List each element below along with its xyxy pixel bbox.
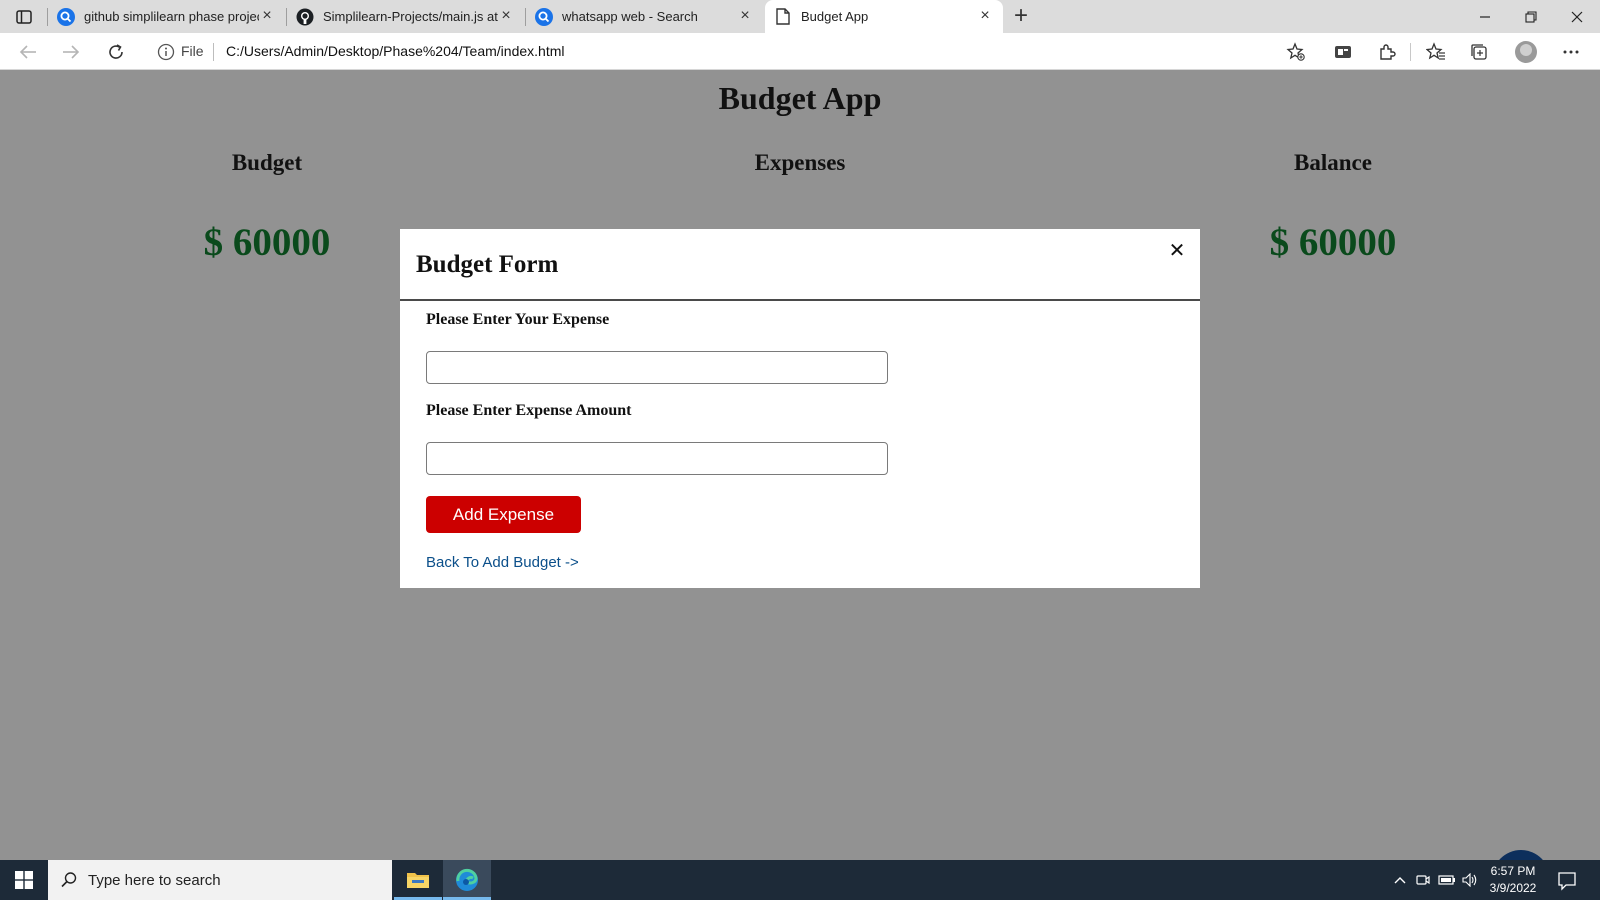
search-icon	[60, 871, 78, 889]
page-content: Budget App Budget Expenses Balance $ 600…	[0, 70, 1600, 900]
expense-name-label: Please Enter Your Expense	[426, 311, 610, 328]
windows-start-icon[interactable]	[0, 860, 48, 900]
tab-label: Budget App	[801, 9, 869, 24]
tab-whatsapp-search[interactable]: whatsapp web - Search ×	[526, 0, 763, 33]
taskbar-search-placeholder: Type here to search	[88, 871, 221, 889]
tab-actions-icon[interactable]	[12, 7, 36, 27]
close-icon[interactable]: ✕	[1166, 239, 1188, 261]
forward-arrow-icon[interactable]	[56, 37, 86, 67]
expenses-heading: Expenses	[754, 150, 846, 175]
tab-close-icon[interactable]: ×	[977, 8, 993, 24]
extensions-icon[interactable]	[1372, 37, 1402, 67]
clock-time: 6:57 PM	[1490, 864, 1536, 878]
notification-icon[interactable]	[1555, 868, 1579, 892]
close-window-icon[interactable]	[1554, 0, 1600, 33]
favorites-icon[interactable]	[1421, 37, 1451, 67]
back-to-add-budget-link[interactable]: Back To Add Budget ->	[426, 554, 579, 571]
new-tab-icon[interactable]: +	[1008, 4, 1034, 30]
modal-divider	[400, 299, 1200, 301]
taskbar-clock[interactable]: 6:57 PM 3/9/2022	[1478, 863, 1548, 897]
edge-browser-icon[interactable]	[443, 860, 491, 900]
browser-toolbar: File C:/Users/Admin/Desktop/Phase%204/Te…	[0, 33, 1600, 70]
modal-title: Budget Form	[416, 251, 559, 278]
tab-close-icon[interactable]: ×	[498, 8, 514, 24]
tab-close-icon[interactable]: ×	[737, 8, 753, 24]
tab-github-simplilearn[interactable]: github simplilearn phase project ×	[48, 0, 285, 33]
budget-heading: Budget	[231, 150, 303, 175]
balance-heading: Balance	[1294, 150, 1372, 175]
github-icon	[296, 8, 314, 26]
toolbar-divider	[1410, 43, 1411, 61]
file-explorer-icon[interactable]	[394, 860, 442, 900]
address-url[interactable]: C:/Users/Admin/Desktop/Phase%204/Team/in…	[226, 43, 564, 59]
windows-taskbar: Type here to search 6:57 PM 3/9/2022	[0, 860, 1600, 900]
collections-icon[interactable]	[1464, 37, 1494, 67]
expense-name-input[interactable]	[426, 351, 888, 384]
taskbar-search-box[interactable]: Type here to search	[48, 860, 392, 900]
more-options-icon[interactable]	[1556, 37, 1586, 67]
add-favorite-icon[interactable]	[1281, 37, 1311, 67]
tray-chevron-icon[interactable]	[1390, 860, 1410, 900]
tab-label: whatsapp web - Search	[562, 9, 698, 24]
add-expense-button[interactable]: Add Expense	[426, 496, 581, 533]
restore-icon[interactable]	[1508, 0, 1554, 33]
budget-form-modal: Budget Form ✕ Please Enter Your Expense …	[400, 229, 1200, 588]
tab-budget-app[interactable]: Budget App ×	[765, 0, 1003, 33]
app-title: Budget App	[718, 80, 882, 116]
clock-date: 3/9/2022	[1489, 881, 1537, 895]
refresh-icon[interactable]	[101, 37, 131, 67]
balance-amount: $ 60000	[1269, 221, 1397, 264]
tab-label: Simplilearn-Projects/main.js at m	[323, 9, 498, 24]
meet-now-icon[interactable]	[1413, 860, 1433, 900]
page-icon	[774, 8, 792, 26]
expense-amount-input[interactable]	[426, 442, 888, 475]
volume-icon[interactable]	[1460, 860, 1480, 900]
search-icon	[535, 7, 553, 26]
profile-avatar[interactable]	[1515, 41, 1537, 63]
address-scheme-label[interactable]: File	[181, 43, 204, 59]
minimize-icon[interactable]	[1462, 0, 1508, 33]
back-arrow-icon[interactable]	[13, 37, 43, 67]
tab-label: github simplilearn phase project	[84, 9, 259, 24]
search-icon	[57, 7, 75, 26]
reading-view-icon[interactable]	[1328, 37, 1358, 67]
browser-tab-strip: github simplilearn phase project × Simpl…	[0, 0, 1600, 33]
battery-icon[interactable]	[1436, 860, 1458, 900]
budget-amount: $ 60000	[203, 221, 331, 264]
address-divider	[213, 43, 214, 61]
tab-close-icon[interactable]: ×	[259, 8, 275, 24]
info-icon[interactable]	[157, 43, 175, 61]
tab-simplilearn-projects[interactable]: Simplilearn-Projects/main.js at m ×	[287, 0, 524, 33]
expense-amount-label: Please Enter Expense Amount	[426, 402, 632, 419]
